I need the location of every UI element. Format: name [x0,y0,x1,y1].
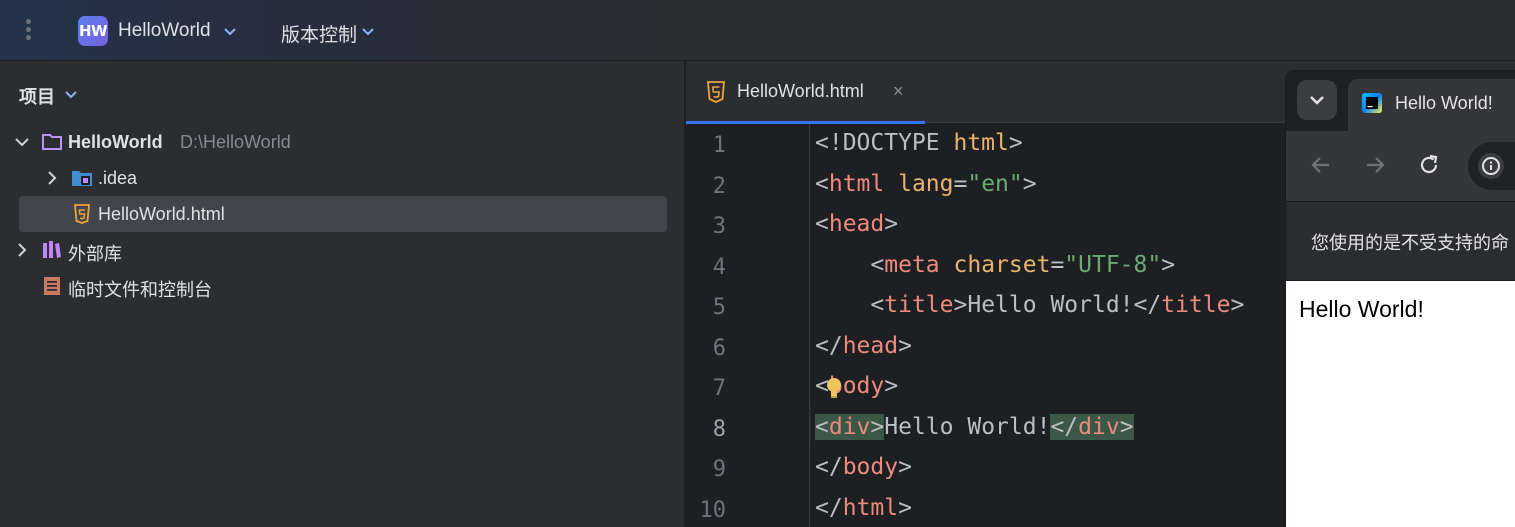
reload-icon[interactable] [1417,153,1441,177]
code-line-4: <meta charset="UTF-8"> [870,252,1176,278]
browser-tab[interactable]: Hello World! [1348,79,1515,131]
line-number: 9 [712,457,726,482]
line-number: 1 [712,133,726,158]
library-icon [41,240,63,260]
browser-tab-title: Hello World! [1395,93,1493,113]
main-menu-icon[interactable] [18,16,38,46]
line-number-current: 8 [712,417,726,442]
chevron-down-icon[interactable] [14,134,30,150]
tree-item-html-file[interactable]: HelloWorld.html [0,196,684,232]
tree-item-idea[interactable]: .idea [0,160,684,196]
idea-folder-icon [71,168,93,188]
tree-item-path: D:\HelloWorld [180,132,291,152]
browser-tabstrip: Hello World! [1286,71,1515,131]
code-line-1: <!DOCTYPE html> [815,130,1023,156]
forward-arrow-icon[interactable] [1363,153,1387,177]
line-number: 7 [712,376,726,401]
tree-item-label: HelloWorld.html [98,204,225,224]
code-line-8: <div>Hello World!</div> [815,414,1134,440]
chevron-right-icon[interactable] [44,170,60,186]
line-number: 4 [712,255,726,280]
banner-text: 您使用的是不受支持的命 [1311,233,1509,253]
chevron-down-icon[interactable] [360,23,376,39]
chevron-down-icon[interactable] [222,23,238,39]
code-line-6: </head> [815,333,912,359]
line-number: 10 [699,498,727,523]
tree-item-root[interactable]: HelloWorld D:\HelloWorld [0,124,684,160]
tree-item-label: 外部库 [68,244,122,264]
vcs-menu[interactable]: 版本控制 [281,20,357,47]
line-number: 5 [712,295,726,320]
project-tool-window: 项目 HelloWorld D:\HelloWorld .idea HelloW… [0,61,684,527]
tree-item-label: .idea [98,168,138,188]
webstorm-icon [1362,93,1382,113]
folder-icon [41,132,63,152]
browser-preview-window: Hello World! 您使用的是不受支持的命 Hello World! [1285,70,1515,527]
scratches-icon [41,276,63,296]
chevron-right-icon[interactable] [14,242,30,258]
main-toolbar: HW HelloWorld 版本控制 [0,0,1515,61]
code-line-3: <head> [815,211,899,237]
editor-tab-helloworld-html[interactable]: HelloWorld.html × [686,61,925,124]
html5-icon [706,81,726,103]
tab-label: HelloWorld.html [737,81,864,101]
tree-item-scratches[interactable]: 临时文件和控制台 [0,268,684,304]
code-line-9: </body> [815,454,912,480]
browser-page-content: Hello World! [1286,281,1515,527]
tree-item-label: HelloWorld [68,132,163,152]
chevron-down-icon[interactable] [63,86,79,102]
line-number: 3 [712,214,726,239]
line-number: 6 [712,336,726,361]
tab-search-button[interactable] [1297,80,1337,120]
close-icon[interactable]: × [893,81,904,102]
info-icon[interactable] [1478,153,1504,179]
back-arrow-icon[interactable] [1309,153,1333,177]
unsupported-warning-banner: 您使用的是不受支持的命 [1286,201,1515,281]
tree-item-external-libraries[interactable]: 外部库 [0,232,684,268]
line-number: 2 [712,174,726,199]
page-text: Hello World! [1299,296,1424,322]
project-selector[interactable]: HelloWorld [118,20,211,42]
lightbulb-icon[interactable] [824,376,844,400]
project-badge[interactable]: HW [78,16,108,46]
html5-icon [71,204,93,224]
browser-toolbar [1286,131,1515,201]
address-bar[interactable] [1468,142,1515,190]
code-line-10: </html> [815,495,912,521]
panel-title[interactable]: 项目 [19,83,55,109]
code-line-5: <title>Hello World!</title> [870,292,1245,318]
tree-item-label: 临时文件和控制台 [68,280,212,300]
line-number-gutter: 1 2 3 4 5 6 7 8 9 10 [686,124,810,527]
code-line-2: <html lang="en"> [815,171,1037,197]
